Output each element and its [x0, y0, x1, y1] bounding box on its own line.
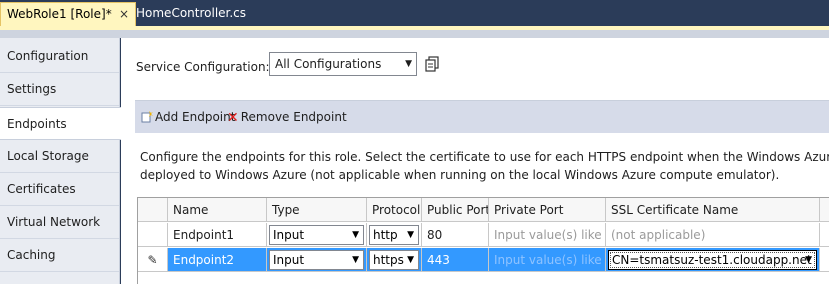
endpoint-protocol-dropdown[interactable]: http ▼	[369, 225, 419, 245]
remove-endpoint-label: Remove Endpoint	[240, 110, 347, 124]
chevron-down-icon: ▼	[352, 230, 359, 240]
endpoint-public-port-cell[interactable]: 80	[422, 223, 489, 247]
endpoint-ssl-cell[interactable]: (not applicable)	[606, 223, 820, 247]
sidebar-item-settings[interactable]: Settings	[0, 73, 119, 106]
sidebar-item-configuration[interactable]: Configuration	[0, 40, 119, 73]
service-configuration-dropdown[interactable]: All Configurations ▼	[269, 52, 417, 76]
endpoint-protocol-cell[interactable]: http ▼	[367, 223, 422, 247]
endpoint-type-cell[interactable]: Input ▼	[267, 223, 367, 247]
tab-homecontroller[interactable]: HomeController.cs	[130, 2, 247, 26]
editor-header-strip	[0, 30, 829, 38]
table-row[interactable]: ✎ Endpoint2 Input ▼ https ▼ 443 Input va…	[138, 248, 829, 272]
sidebar-item-virtual-network[interactable]: Virtual Network	[0, 206, 119, 239]
row-header-corner	[138, 198, 168, 222]
endpoint-protocol-dropdown[interactable]: https ▼	[369, 250, 419, 270]
endpoint-type-dropdown[interactable]: Input ▼	[269, 225, 364, 245]
column-header-type[interactable]: Type	[267, 198, 367, 222]
document-tab-bar: WebRole1 [Role]* × HomeController.cs	[0, 0, 829, 26]
endpoints-panel: Service Configuration: All Configuration…	[121, 38, 829, 284]
column-header-name[interactable]: Name	[168, 198, 267, 222]
row-filler	[820, 248, 829, 272]
endpoint-type-value: Input	[273, 228, 305, 242]
endpoints-grid: Name Type Protocol Public Port Private P…	[137, 197, 829, 284]
sidebar-item-endpoints[interactable]: Endpoints	[0, 107, 121, 140]
add-endpoint-icon	[141, 111, 153, 123]
remove-endpoint-button[interactable]: ✕ Remove Endpoint	[227, 101, 347, 134]
endpoints-toolbar: Add Endpoint ✕ Remove Endpoint	[135, 100, 829, 133]
endpoint-public-port-cell[interactable]: 443	[422, 248, 489, 272]
ssl-certificate-dropdown[interactable]: CN=tsmatsuz-test1.cloudapp.net ▼	[608, 250, 817, 270]
column-header-protocol[interactable]: Protocol	[367, 198, 422, 222]
sidebar-item-caching[interactable]: Caching	[0, 239, 119, 272]
service-configuration-label: Service Configuration:	[136, 60, 270, 74]
chevron-down-icon: ▼	[407, 230, 414, 240]
chevron-down-icon: ▼	[405, 59, 412, 69]
chevron-down-icon: ▼	[407, 255, 414, 265]
column-header-filler	[820, 198, 829, 222]
edit-row-icon: ✎	[147, 253, 158, 267]
tab-label: WebRole1 [Role]*	[7, 7, 112, 21]
sidebar-item-local-storage[interactable]: Local Storage	[0, 140, 119, 173]
role-settings-sidebar: Configuration Settings Endpoints Local S…	[0, 38, 121, 284]
close-icon[interactable]: ×	[119, 3, 129, 25]
endpoint-name-cell[interactable]: Endpoint1	[168, 223, 267, 247]
endpoint-name-cell[interactable]: Endpoint2	[168, 248, 267, 272]
sidebar-item-certificates[interactable]: Certificates	[0, 173, 119, 206]
table-row[interactable]: Endpoint1 Input ▼ http ▼ 80 Input value(…	[138, 223, 829, 247]
row-header[interactable]: ✎	[138, 248, 168, 272]
tab-webrole1[interactable]: WebRole1 [Role]* ×	[0, 2, 136, 26]
column-header-public-port[interactable]: Public Port	[422, 198, 489, 222]
endpoint-type-dropdown[interactable]: Input ▼	[269, 250, 364, 270]
ssl-certificate-value: CN=tsmatsuz-test1.cloudapp.net	[612, 253, 812, 267]
grid-header-row: Name Type Protocol Public Port Private P…	[138, 198, 829, 222]
column-header-private-port[interactable]: Private Port	[489, 198, 606, 222]
remove-icon: ✕	[227, 110, 239, 126]
chevron-down-icon: ▼	[352, 255, 359, 265]
endpoint-private-port-cell[interactable]: Input value(s) like *	[489, 248, 606, 272]
tab-label: HomeController.cs	[136, 6, 247, 20]
chevron-down-icon: ▼	[805, 255, 812, 265]
endpoints-description: Configure the endpoints for this role. S…	[140, 148, 829, 184]
add-endpoint-label: Add Endpoint	[155, 110, 236, 124]
row-filler	[820, 223, 829, 247]
endpoint-protocol-value: https	[373, 253, 404, 267]
endpoint-protocol-value: http	[373, 228, 398, 242]
endpoint-type-value: Input	[273, 253, 305, 267]
endpoint-type-cell[interactable]: Input ▼	[267, 248, 367, 272]
endpoint-protocol-cell[interactable]: https ▼	[367, 248, 422, 272]
endpoint-ssl-cell[interactable]: CN=tsmatsuz-test1.cloudapp.net ▼	[606, 248, 820, 272]
add-endpoint-button[interactable]: Add Endpoint	[141, 101, 235, 134]
row-header[interactable]	[138, 223, 168, 247]
description-line-1: Configure the endpoints for this role. S…	[140, 150, 829, 164]
service-configuration-value: All Configurations	[275, 57, 382, 71]
endpoint-private-port-cell[interactable]: Input value(s) like *	[489, 223, 606, 247]
column-header-ssl-certificate[interactable]: SSL Certificate Name	[606, 198, 820, 222]
description-line-2: deployed to Windows Azure (not applicabl…	[140, 168, 780, 182]
copy-configuration-icon[interactable]	[425, 56, 439, 72]
